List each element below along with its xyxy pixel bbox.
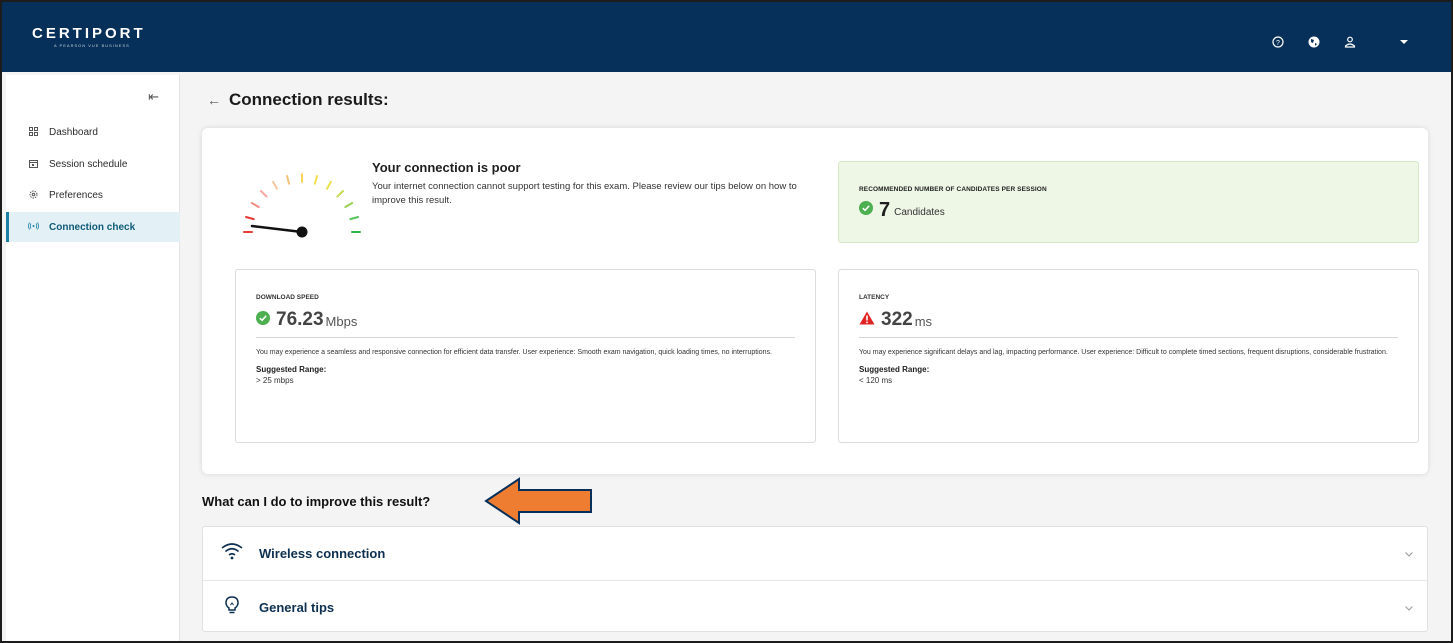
caret-down-icon[interactable] (1397, 35, 1411, 49)
tips-accordion: Wireless connection General tips (202, 526, 1428, 632)
check-circle-icon (859, 201, 873, 220)
gauge-tick (272, 180, 278, 190)
logo-brand: CERTIPORT (32, 25, 146, 42)
connection-status: Your connection is poor Your internet co… (372, 160, 812, 208)
gauge-tick (250, 202, 260, 208)
app-window: CERTIPORT A PEARSON VUE BUSINESS ? ⇤ Das… (0, 0, 1453, 643)
gauge-tick (313, 175, 318, 185)
improve-heading: What can I do to improve this result? (202, 494, 431, 509)
accordion-title: General tips (259, 599, 335, 615)
collapse-sidebar-icon[interactable]: ⇤ (148, 89, 159, 105)
grid-icon (26, 126, 40, 138)
gauge-tick (245, 216, 255, 221)
globe-icon[interactable] (1307, 35, 1321, 49)
chevron-down-icon[interactable] (1405, 603, 1413, 613)
latency-value: 322 (881, 309, 913, 330)
wifi-icon (221, 542, 243, 565)
status-heading: Your connection is poor (372, 160, 521, 175)
sidebar: ⇤ Dashboard Session schedule Preferences… (6, 75, 180, 641)
certiport-logo[interactable]: CERTIPORT A PEARSON VUE BUSINESS (32, 25, 146, 49)
gauge-tick (344, 202, 354, 208)
download-unit: Mbps (325, 314, 358, 329)
latency-range-value: < 120 ms (859, 376, 893, 385)
gauge-tick (349, 216, 359, 221)
check-circle-icon (256, 310, 270, 330)
user-icon[interactable] (1343, 35, 1357, 49)
sidebar-item-preferences[interactable]: Preferences (6, 180, 180, 210)
latency-description: You may experience significant delays an… (859, 349, 1388, 356)
results-card: Your connection is poor Your internet co… (202, 128, 1428, 474)
recommended-unit: Candidates (894, 207, 945, 218)
latency-label: LATENCY (859, 294, 890, 301)
page-header: ← Connection results: (207, 90, 389, 110)
svg-text:?: ? (1276, 40, 1280, 47)
chevron-down-icon[interactable] (1405, 549, 1413, 559)
accordion-title: Wireless connection (259, 546, 386, 561)
speed-gauge-icon (243, 173, 361, 238)
sidebar-item-label: Connection check (49, 221, 136, 233)
gauge-tick (260, 190, 268, 198)
gauge-tick (336, 190, 344, 198)
recommended-value: 7 (879, 199, 891, 221)
annotation-arrow-icon (484, 477, 592, 525)
download-description: You may experience a seamless and respon… (256, 349, 772, 356)
signal-icon (26, 222, 40, 232)
gear-icon (26, 190, 40, 201)
download-range-label: Suggested Range: (256, 365, 327, 374)
sidebar-item-session-schedule[interactable]: Session schedule (6, 149, 180, 179)
gauge-tick (326, 180, 332, 190)
download-label: DOWNLOAD SPEED (256, 294, 319, 301)
page-title: Connection results: (229, 90, 389, 109)
sidebar-item-connection-check[interactable]: Connection check (6, 212, 180, 242)
accordion-item-wireless[interactable]: Wireless connection (203, 527, 1427, 580)
top-header: CERTIPORT A PEARSON VUE BUSINESS ? (2, 2, 1451, 72)
sidebar-item-label: Preferences (49, 189, 103, 201)
gauge-tick (286, 175, 291, 185)
latency-panel: LATENCY 322 ms You may experience signif… (838, 269, 1419, 443)
calendar-icon (26, 159, 40, 170)
accordion-item-general-tips[interactable]: General tips (203, 580, 1427, 633)
latency-unit: ms (914, 314, 933, 329)
recommended-candidates-panel: RECOMMENDED NUMBER OF CANDIDATES PER SES… (838, 161, 1419, 243)
header-actions: ? (1271, 35, 1411, 49)
back-arrow-icon[interactable]: ← (207, 92, 221, 108)
download-speed-panel: DOWNLOAD SPEED 76.23 Mbps You may experi… (235, 269, 816, 443)
recommended-label: RECOMMENDED NUMBER OF CANDIDATES PER SES… (859, 186, 1047, 193)
status-description: Your internet connection cannot support … (372, 181, 797, 206)
help-icon[interactable]: ? (1271, 35, 1285, 49)
download-range-value: > 25 mbps (256, 376, 294, 385)
sidebar-item-label: Session schedule (49, 158, 128, 170)
sidebar-item-label: Dashboard (49, 126, 98, 138)
warning-triangle-icon (859, 311, 875, 330)
latency-range-label: Suggested Range: (859, 365, 930, 374)
download-value: 76.23 (276, 309, 324, 330)
lightbulb-icon (225, 595, 239, 619)
logo-tagline: A PEARSON VUE BUSINESS (54, 43, 130, 48)
sidebar-item-dashboard[interactable]: Dashboard (6, 117, 180, 147)
